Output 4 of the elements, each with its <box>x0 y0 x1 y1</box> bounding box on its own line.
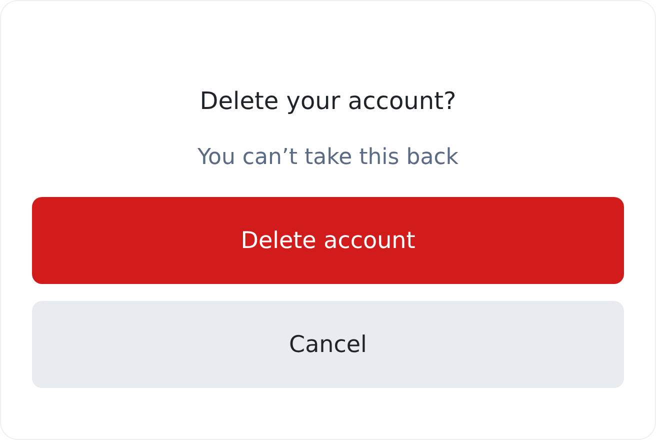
cancel-button[interactable]: Cancel <box>32 301 624 388</box>
delete-account-button[interactable]: Delete account <box>32 197 624 284</box>
dialog-title: Delete your account? <box>198 86 458 117</box>
dialog-subtitle: You can’t take this back <box>196 144 460 172</box>
